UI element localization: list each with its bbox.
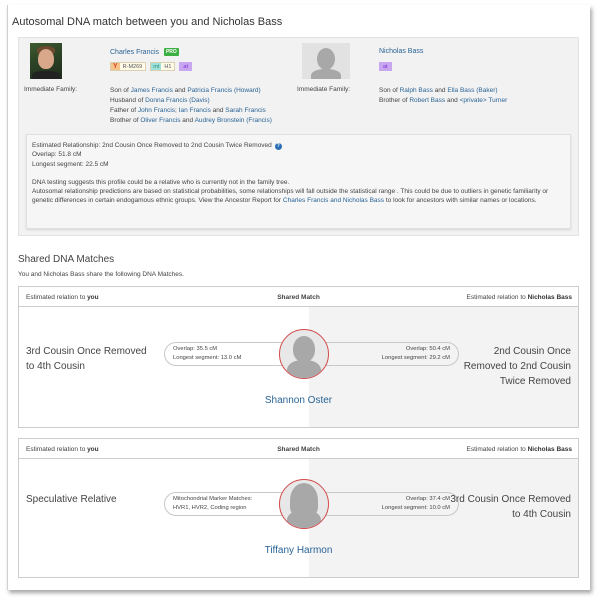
immediate-family-label: Immediate Family: <box>297 86 351 93</box>
page: Autosomal DNA match between you and Nich… <box>7 5 590 590</box>
family-link[interactable]: Ian Francis <box>179 107 211 114</box>
ancestor-report-link[interactable]: Charles Francis and Nicholas Bass <box>283 197 384 204</box>
family-line-spouse: Husband of Donna Francis (Davis) <box>110 97 210 104</box>
person-name-link[interactable]: Charles Francis <box>110 49 159 56</box>
table-row: Speculative Relative Mitochondrial Marke… <box>19 459 578 577</box>
immediate-family-list: Son of James Francis and Patricia Franci… <box>110 86 272 126</box>
autosomal-dna-badge[interactable]: at <box>179 62 192 71</box>
family-line-parents: Son of Ralph Bass and Ella Bass (Baker) <box>379 87 498 94</box>
table-header: Estimated relation to you Shared Match E… <box>19 439 578 459</box>
dna-badges: Y R-M269 mt H1 at <box>110 62 192 71</box>
family-line-parents: Son of James Francis and Patricia Franci… <box>110 87 261 94</box>
y-dna-icon: Y <box>111 63 120 70</box>
relation-to-you: 3rd Cousin Once Removed to 4th Cousin <box>26 346 147 372</box>
header-relation-match: Estimated relation to Nicholas Bass <box>466 294 573 301</box>
autosomal-dna-badge[interactable]: at <box>379 62 392 71</box>
y-dna-badge[interactable]: Y R-M269 <box>110 62 147 71</box>
table-row: 3rd Cousin Once Removed to 4th Cousin Ov… <box>19 307 578 427</box>
family-link[interactable]: Sarah Francis <box>225 107 265 114</box>
pro-badge: PRO <box>163 48 179 56</box>
shared-matches-title: Shared DNA Matches <box>18 254 115 265</box>
help-icon[interactable]: ? <box>274 143 282 150</box>
mt-dna-icon: mt <box>151 63 162 70</box>
family-line-children: Father of John Francis; Ian Francis and … <box>110 107 266 114</box>
estimated-relationship: Estimated Relationship: 2nd Cousin Once … <box>32 142 282 150</box>
dna-stats-match: Overlap: 37.4 cM Longest segment: 10.0 c… <box>309 492 459 516</box>
dna-note: DNA testing suggests this profile could … <box>32 178 290 186</box>
family-link[interactable]: Audrey Bronstein (Francis) <box>195 117 272 124</box>
profile-photo-placeholder[interactable] <box>302 43 350 79</box>
family-link[interactable]: John Francis <box>138 107 175 114</box>
relation-to-match: 2nd Cousin Once Removed to 2nd Cousin Tw… <box>463 346 571 387</box>
overlap-value: Overlap: 51.8 cM <box>32 151 82 159</box>
longest-segment-value: Longest segment: 22.5 cM <box>32 160 109 168</box>
shared-match-card: Estimated relation to you Shared Match E… <box>18 286 579 428</box>
family-line-siblings: Brother of Robert Bass and <private> Tur… <box>379 97 508 104</box>
mt-dna-badge[interactable]: mt H1 <box>150 62 176 71</box>
family-link[interactable]: Ralph Bass <box>400 87 433 94</box>
person-name-link[interactable]: Nicholas Bass <box>379 48 423 55</box>
immediate-family-list: Son of Ralph Bass and Ella Bass (Baker) … <box>379 86 507 106</box>
immediate-family-label: Immediate Family: <box>24 86 78 93</box>
shared-matches-subtitle: You and Nicholas Bass share the followin… <box>18 271 184 278</box>
shared-match-avatar[interactable] <box>279 329 329 379</box>
dna-stats-match: Overlap: 50.4 cM Longest segment: 29.2 c… <box>309 342 459 366</box>
header-relation-match: Estimated relation to Nicholas Bass <box>466 446 573 453</box>
family-line-siblings: Brother of Oliver Francis and Audrey Bro… <box>110 117 272 124</box>
family-link[interactable]: Patricia Francis (Howard) <box>187 87 260 94</box>
dna-badges: at <box>379 62 392 71</box>
relation-to-you: Speculative Relative <box>26 494 117 505</box>
family-link[interactable]: <private> Turner <box>460 97 508 104</box>
profile-photo-you[interactable] <box>30 43 62 79</box>
family-link[interactable]: Oliver Francis <box>140 117 180 124</box>
relationship-estimate-box: Estimated Relationship: 2nd Cousin Once … <box>26 134 571 229</box>
prediction-disclaimer: Autosomal relationship predictions are b… <box>32 188 549 205</box>
family-link[interactable]: Donna Francis (Davis) <box>145 97 210 104</box>
family-link[interactable]: James Francis <box>131 87 173 94</box>
family-link[interactable]: Robert Bass <box>409 97 445 104</box>
shared-match-name-link[interactable]: Shannon Oster <box>265 395 332 406</box>
shared-match-avatar[interactable] <box>279 479 329 529</box>
match-card: Charles Francis PRO Y R-M269 mt H1 at Im… <box>18 37 579 236</box>
shared-match-name-link[interactable]: Tiffany Harmon <box>265 545 333 556</box>
relation-to-match: 3rd Cousin Once Removed to 4th Cousin <box>450 494 571 520</box>
table-header: Estimated relation to you Shared Match E… <box>19 287 578 307</box>
shared-match-card: Estimated relation to you Shared Match E… <box>18 438 579 578</box>
page-title: Autosomal DNA match between you and Nich… <box>12 16 283 28</box>
family-link[interactable]: Ella Bass (Baker) <box>447 87 497 94</box>
